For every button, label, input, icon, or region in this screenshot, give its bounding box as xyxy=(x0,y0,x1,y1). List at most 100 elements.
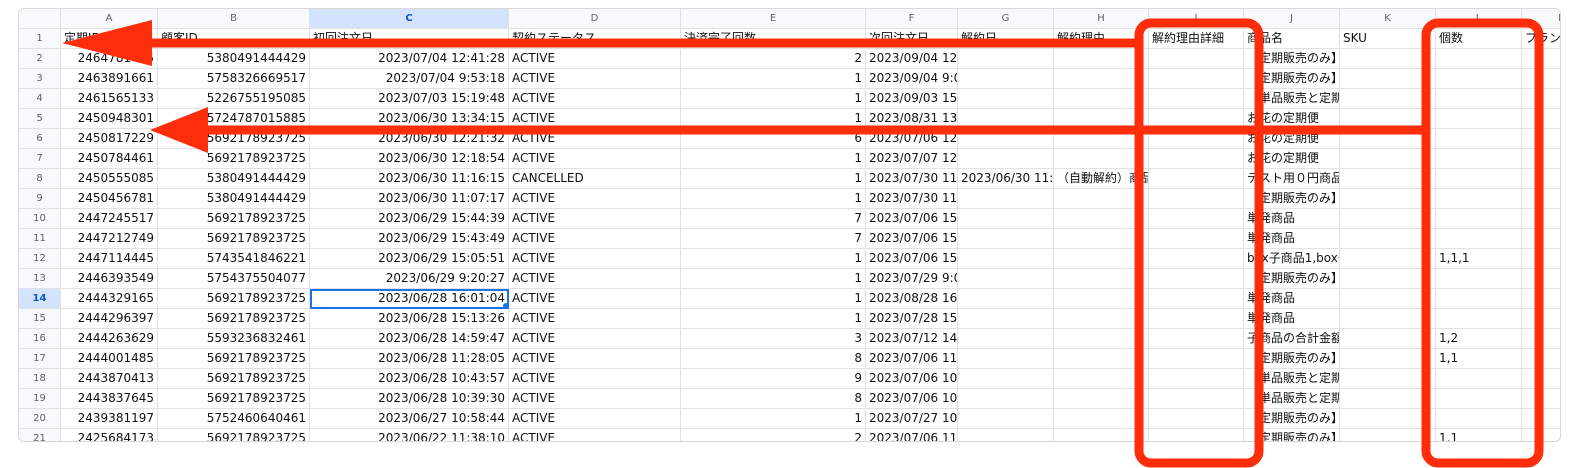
data-cell[interactable] xyxy=(1340,189,1436,209)
data-cell[interactable]: 2023/07/30 11:0 xyxy=(866,169,958,189)
data-cell[interactable]: ACTIVE xyxy=(509,129,681,149)
data-cell[interactable]: テスト用０円商品 xyxy=(1244,169,1340,189)
data-cell[interactable] xyxy=(1054,209,1149,229)
data-cell[interactable] xyxy=(1436,49,1522,69)
data-cell[interactable]: 2023/06/29 15:44:39 xyxy=(310,209,509,229)
data-cell[interactable] xyxy=(1149,289,1244,309)
row-header-18[interactable]: 18 xyxy=(19,369,61,389)
data-cell[interactable]: 2446393549 xyxy=(61,269,158,289)
data-cell[interactable]: ACTIVE xyxy=(509,69,681,89)
data-cell[interactable] xyxy=(958,189,1054,209)
data-cell[interactable]: 1 xyxy=(681,249,866,269)
data-cell[interactable]: 2450948301 xyxy=(61,109,158,129)
data-cell[interactable]: 2023/07/04 9:53:18 xyxy=(310,69,509,89)
column-header-j[interactable]: J xyxy=(1244,9,1340,29)
data-cell[interactable] xyxy=(958,209,1054,229)
data-cell[interactable] xyxy=(1054,249,1149,269)
data-cell[interactable] xyxy=(1522,149,1560,169)
select-all-corner[interactable] xyxy=(19,9,61,29)
data-cell[interactable]: 1 xyxy=(681,169,866,189)
data-cell[interactable]: 2023/07/04 12:41:28 xyxy=(310,49,509,69)
data-cell[interactable] xyxy=(1436,369,1522,389)
data-cell[interactable] xyxy=(1340,429,1436,441)
data-cell[interactable]: 5692178923725 xyxy=(158,289,310,309)
data-cell[interactable]: 2023/07/06 10:0 xyxy=(866,369,958,389)
data-cell[interactable]: 2023/07/06 12:0 xyxy=(866,129,958,149)
data-cell[interactable]: 2023/06/28 16:01:04 xyxy=(310,289,509,309)
data-cell[interactable] xyxy=(958,269,1054,289)
header-cell[interactable]: 解約理由詳細 xyxy=(1149,29,1244,49)
data-cell[interactable]: お花の定期便 xyxy=(1244,129,1340,149)
data-cell[interactable] xyxy=(1054,229,1149,249)
data-cell[interactable] xyxy=(1149,209,1244,229)
column-header-h[interactable]: H xyxy=(1054,9,1149,29)
data-cell[interactable]: 1 xyxy=(681,269,866,289)
data-cell[interactable]: ACTIVE xyxy=(509,149,681,169)
data-cell[interactable] xyxy=(1340,389,1436,409)
data-cell[interactable]: 2023/07/06 11:0 xyxy=(866,349,958,369)
data-cell[interactable] xyxy=(1149,389,1244,409)
data-cell[interactable] xyxy=(1340,209,1436,229)
data-cell[interactable] xyxy=(1054,409,1149,429)
data-cell[interactable]: 2 xyxy=(681,429,866,441)
data-cell[interactable] xyxy=(1522,49,1560,69)
data-cell[interactable] xyxy=(1436,169,1522,189)
data-cell[interactable] xyxy=(1340,89,1436,109)
data-cell[interactable] xyxy=(958,309,1054,329)
data-cell[interactable] xyxy=(1436,209,1522,229)
data-cell[interactable]: 2023/06/28 11:28:05 xyxy=(310,349,509,369)
data-cell[interactable]: 2023/06/28 15:13:26 xyxy=(310,309,509,329)
data-cell[interactable]: 9 xyxy=(681,369,866,389)
data-cell[interactable] xyxy=(958,409,1054,429)
data-cell[interactable]: 5724787015885 xyxy=(158,109,310,129)
data-cell[interactable]: 5692178923725 xyxy=(158,309,310,329)
header-cell[interactable]: 初回注文日 xyxy=(310,29,509,49)
data-cell[interactable] xyxy=(1522,89,1560,109)
column-header-d[interactable]: D xyxy=(509,9,681,29)
data-cell[interactable]: 5692178923725 xyxy=(158,349,310,369)
data-cell[interactable] xyxy=(1340,309,1436,329)
data-cell[interactable]: 5754375504077 xyxy=(158,269,310,289)
data-cell[interactable] xyxy=(1054,189,1149,209)
data-cell[interactable] xyxy=(1054,69,1149,89)
data-cell[interactable]: 7 xyxy=(681,229,866,249)
data-cell[interactable]: 2450817229 xyxy=(61,129,158,149)
data-cell[interactable] xyxy=(1522,389,1560,409)
data-cell[interactable] xyxy=(1522,349,1560,369)
data-cell[interactable] xyxy=(1054,389,1149,409)
data-cell[interactable]: 2023/06/28 14:59:47 xyxy=(310,329,509,349)
data-cell[interactable]: 2444329165 xyxy=(61,289,158,309)
data-cell[interactable]: ACTIVE xyxy=(509,329,681,349)
data-cell[interactable] xyxy=(1340,409,1436,429)
data-cell[interactable] xyxy=(1149,409,1244,429)
data-cell[interactable]: 5380491444429 xyxy=(158,189,310,209)
data-cell[interactable]: 2023/09/04 9:00 xyxy=(866,69,958,89)
data-cell[interactable]: 5692178923725 xyxy=(158,429,310,441)
row-header-5[interactable]: 5 xyxy=(19,109,61,129)
row-header-3[interactable]: 3 xyxy=(19,69,61,89)
data-cell[interactable] xyxy=(1436,149,1522,169)
data-cell[interactable] xyxy=(1149,89,1244,109)
data-cell[interactable]: 1,1,1 xyxy=(1436,249,1522,269)
column-header-c[interactable]: C xyxy=(310,9,509,29)
row-header-10[interactable]: 10 xyxy=(19,209,61,229)
data-cell[interactable]: 1 xyxy=(681,289,866,309)
data-cell[interactable] xyxy=(1054,429,1149,441)
data-cell[interactable] xyxy=(1436,109,1522,129)
data-cell[interactable] xyxy=(1522,189,1560,209)
data-cell[interactable]: 単発商品 xyxy=(1244,229,1340,249)
row-header-1[interactable]: 1 xyxy=(19,29,61,49)
data-cell[interactable]: ACTIVE xyxy=(509,289,681,309)
column-header-a[interactable]: A xyxy=(61,9,158,29)
data-cell[interactable] xyxy=(958,389,1054,409)
data-cell[interactable] xyxy=(1054,369,1149,389)
data-cell[interactable] xyxy=(958,329,1054,349)
header-cell[interactable]: 定期ID xyxy=(61,29,158,49)
data-cell[interactable] xyxy=(1340,329,1436,349)
data-cell[interactable]: 2023/08/31 13:0 xyxy=(866,109,958,129)
data-cell[interactable]: ACTIVE xyxy=(509,429,681,441)
data-cell[interactable]: 2023/07/06 10:0 xyxy=(866,389,958,409)
data-cell[interactable]: 2464781485 xyxy=(61,49,158,69)
column-header-i[interactable]: I xyxy=(1149,9,1244,29)
row-header-15[interactable]: 15 xyxy=(19,309,61,329)
